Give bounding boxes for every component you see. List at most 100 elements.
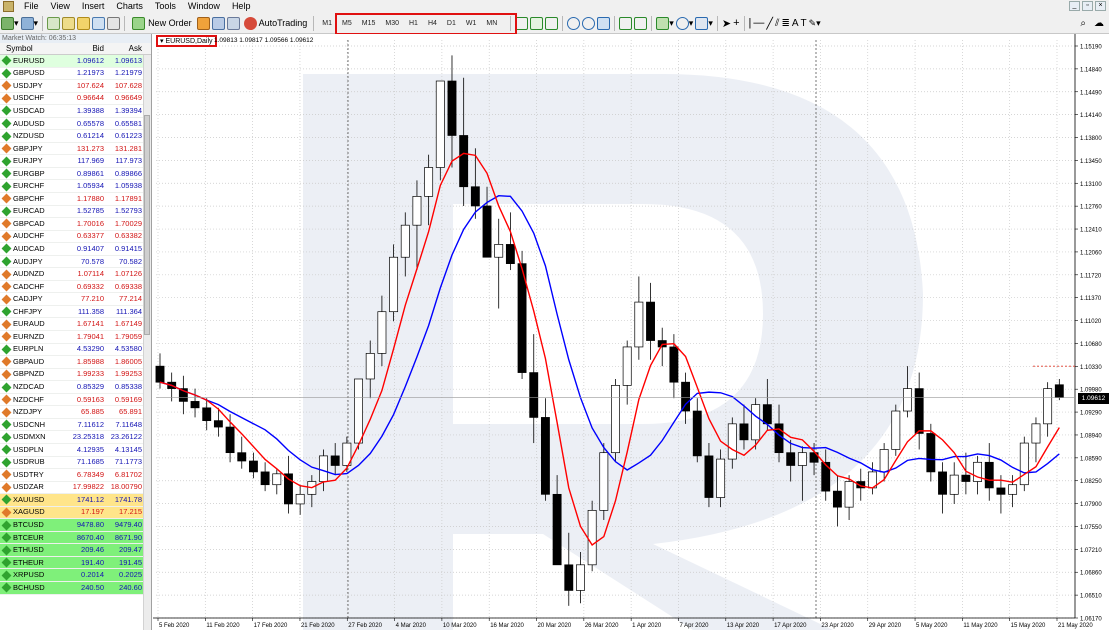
templates-button[interactable]: ▾ [695, 15, 713, 32]
cursor-button[interactable]: ➤ [722, 15, 731, 32]
market-watch-row[interactable]: CADCHF 0.69332 0.69338 [0, 281, 151, 294]
column-bid[interactable]: Bid [66, 43, 104, 54]
market-watch-row[interactable]: NZDCAD 0.85329 0.85338 [0, 381, 151, 394]
new-chart-button[interactable]: ▾ [1, 15, 19, 32]
text-button[interactable]: A [792, 15, 799, 32]
restore-icon[interactable]: ▫ [1082, 1, 1093, 11]
periods-button[interactable]: ▾ [675, 15, 693, 32]
tester-button[interactable] [107, 15, 121, 32]
market-watch-row[interactable]: EURGBP 0.89861 0.89866 [0, 168, 151, 181]
chart-canvas[interactable]: 1.15190 1.14840 1.14490 1.14140 1.13800 1.134… [153, 34, 1109, 630]
candlestick-button[interactable] [530, 15, 544, 32]
market-watch-scrollbar[interactable] [143, 55, 151, 630]
tile-windows-button[interactable] [597, 15, 611, 32]
market-watch-row[interactable]: CHFJPY 111.358 111.364 [0, 306, 151, 319]
market-watch-row[interactable]: NZDUSD 0.61214 0.61223 [0, 130, 151, 143]
terminal-button[interactable] [92, 15, 106, 32]
menu-file[interactable]: File [18, 0, 45, 13]
market-watch-row[interactable]: XRPUSD 0.2014 0.2025 [0, 569, 151, 582]
market-watch-row[interactable]: USDMXN 23.25318 23.26122 [0, 431, 151, 444]
market-watch-row[interactable]: AUDJPY 70.578 70.582 [0, 256, 151, 269]
menu-view[interactable]: View [45, 0, 76, 13]
market-watch-row[interactable]: EURNZD 1.79041 1.79059 [0, 331, 151, 344]
chart-window[interactable]: 1.15190 1.14840 1.14490 1.14140 1.13800 1.134… [153, 34, 1109, 630]
market-watch-row[interactable]: EURPLN 4.53290 4.53580 [0, 344, 151, 357]
indicators-button[interactable]: ▾ [656, 15, 674, 32]
market-watch-row[interactable]: ETHUSD 209.46 209.47 [0, 544, 151, 557]
chat-button[interactable]: ☁ [1094, 15, 1104, 32]
menu-tools[interactable]: Tools [149, 0, 182, 13]
chart-menu-icon[interactable]: ▾ [160, 38, 164, 45]
search-button[interactable]: ⌕ [1080, 15, 1086, 32]
market-watch-row[interactable]: AUDUSD 0.65578 0.65581 [0, 118, 151, 131]
zoom-in-button[interactable] [567, 15, 581, 32]
new-order-button[interactable]: New Order [129, 15, 195, 32]
market-watch-row[interactable]: USDCNH 7.11612 7.11648 [0, 419, 151, 432]
bar-chart-button[interactable] [515, 15, 529, 32]
market-watch-row[interactable]: USDCAD 1.39388 1.39394 [0, 105, 151, 118]
data-window-button[interactable] [62, 15, 76, 32]
profiles-button[interactable]: ▾ [20, 15, 38, 32]
market-watch-row[interactable]: USDRUB 71.1685 71.1773 [0, 457, 151, 470]
market-watch-row[interactable]: EURJPY 117.969 117.973 [0, 155, 151, 168]
close-icon[interactable]: × [1095, 1, 1106, 11]
label-button[interactable]: T [801, 15, 807, 32]
autotrading-button[interactable]: AutoTrading [242, 15, 310, 32]
menu-window[interactable]: Window [182, 0, 226, 13]
market-watch-button[interactable] [47, 15, 61, 32]
market-watch-row[interactable]: USDTRY 6.78349 6.81702 [0, 469, 151, 482]
shapes-button[interactable]: ✎▾ [809, 15, 821, 32]
market-watch-row[interactable]: EURUSD 1.09612 1.09613 [0, 55, 151, 68]
scrollbar-thumb[interactable] [144, 115, 150, 335]
crosshair-button[interactable]: + [733, 15, 739, 32]
horizontal-line-button[interactable]: — [753, 15, 764, 32]
timeframe-m1[interactable]: M1 [318, 15, 336, 32]
fibonacci-button[interactable]: ≣ [781, 15, 789, 32]
market-watch-row[interactable]: USDPLN 4.12935 4.13145 [0, 444, 151, 457]
market-watch-row[interactable]: GBPCHF 1.17880 1.17891 [0, 193, 151, 206]
market-watch-row[interactable]: BTCEUR 8670.40 8671.90 [0, 531, 151, 545]
market-watch-row[interactable]: XAUUSD 1741.12 1741.78 [0, 494, 151, 507]
market-button[interactable] [226, 15, 240, 32]
market-watch-row[interactable]: GBPNZD 1.99233 1.99253 [0, 369, 151, 382]
market-watch-row[interactable]: NZDCHF 0.59163 0.59169 [0, 394, 151, 407]
column-symbol[interactable]: Symbol [0, 43, 66, 54]
market-watch-row[interactable]: GBPAUD 1.85988 1.86005 [0, 356, 151, 369]
trendline-button[interactable]: ╱ [766, 15, 773, 32]
market-watch-row[interactable]: XAGUSD 17.197 17.215 [0, 506, 151, 520]
navigator-button[interactable] [77, 15, 91, 32]
menu-help[interactable]: Help [226, 0, 257, 13]
date-tick-label: 5 May 2020 [916, 623, 948, 629]
vertical-line-button[interactable]: | [749, 15, 752, 32]
market-watch-row[interactable]: GBPUSD 1.21973 1.21979 [0, 68, 151, 81]
channel-button[interactable]: ⫽ [775, 15, 779, 32]
market-watch-row[interactable]: EURCHF 1.05934 1.05938 [0, 180, 151, 194]
zoom-out-button[interactable] [582, 15, 596, 32]
signals-button[interactable] [211, 15, 225, 32]
market-watch-row[interactable]: GBPJPY 131.273 131.281 [0, 143, 151, 156]
market-watch-row[interactable]: AUDCAD 0.91407 0.91415 [0, 243, 151, 256]
market-watch-row[interactable]: ETHEUR 191.40 191.45 [0, 556, 151, 570]
market-watch-row[interactable]: USDJPY 107.624 107.628 [0, 80, 151, 93]
market-watch-row[interactable]: USDZAR 17.99822 18.00790 [0, 482, 151, 495]
price-tick-label: 1.12410 [1080, 228, 1102, 234]
market-watch-row[interactable]: AUDNZD 1.07114 1.07126 [0, 268, 151, 281]
market-watch-row[interactable]: CADJPY 77.210 77.214 [0, 293, 151, 306]
market-watch-row[interactable]: EURCAD 1.52785 1.52793 [0, 206, 151, 219]
metaeditor-button[interactable] [196, 15, 210, 32]
column-ask[interactable]: Ask [104, 43, 142, 54]
market-watch-row[interactable]: BTCUSD 9478.80 9479.40 [0, 519, 151, 532]
menu-charts[interactable]: Charts [110, 0, 149, 13]
ask-cell: 0.89866 [114, 168, 142, 178]
chart-shift-button[interactable] [619, 15, 633, 32]
minimize-icon[interactable]: _ [1069, 1, 1080, 11]
market-watch-row[interactable]: AUDCHF 0.63377 0.63382 [0, 231, 151, 244]
market-watch-row[interactable]: EURAUD 1.67141 1.67149 [0, 318, 151, 332]
market-watch-row[interactable]: USDCHF 0.96644 0.96649 [0, 93, 151, 106]
market-watch-row[interactable]: NZDJPY 65.885 65.891 [0, 406, 151, 419]
menu-insert[interactable]: Insert [76, 0, 111, 13]
market-watch-row[interactable]: BCHUSD 240.50 240.60 [0, 581, 151, 595]
auto-scroll-button[interactable] [634, 15, 648, 32]
market-watch-row[interactable]: GBPCAD 1.70016 1.70029 [0, 218, 151, 231]
line-chart-button[interactable] [545, 15, 559, 32]
